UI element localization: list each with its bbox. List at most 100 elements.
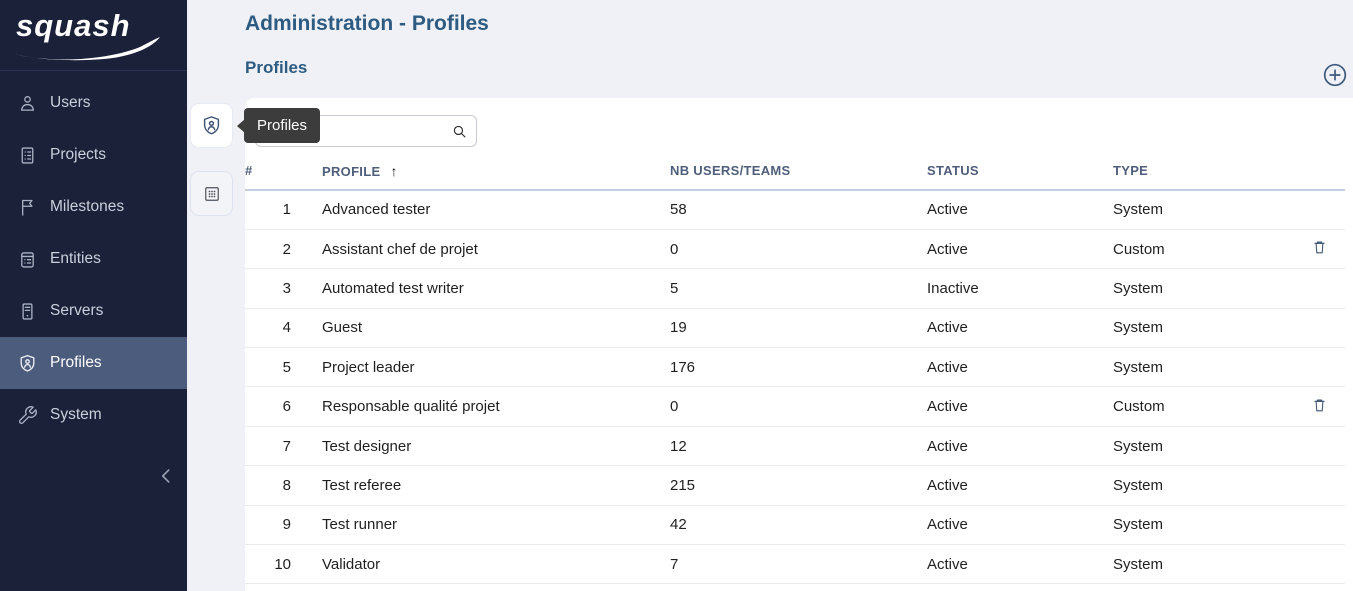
cell-index: 3	[245, 269, 297, 308]
cell-profile: Guest	[297, 308, 670, 347]
cell-status: Active	[927, 190, 1113, 229]
shield-user-icon	[200, 114, 223, 137]
table-row[interactable]: 9 Test runner 42 Active System	[245, 505, 1345, 544]
search-icon[interactable]	[442, 116, 476, 146]
cell-profile: Assistant chef de projet	[297, 229, 670, 268]
profiles-table: # PROFILE↑ NB USERS/TEAMS STATUS TYPE 1 …	[245, 152, 1345, 584]
cell-profile: Responsable qualité projet	[297, 387, 670, 426]
cell-index: 10	[245, 545, 297, 584]
column-header-type[interactable]: TYPE	[1113, 152, 1311, 190]
sidebar-item-label: Servers	[50, 302, 103, 320]
cell-type: System	[1113, 466, 1311, 505]
sort-asc-icon: ↑	[390, 163, 397, 179]
sidebar-item-label: Profiles	[50, 354, 102, 372]
cell-type: System	[1113, 308, 1311, 347]
cell-nb-users-teams: 12	[670, 426, 927, 465]
sidebar: squash Users Projects Milestones Entitie…	[0, 0, 187, 591]
column-header-nb-users[interactable]: NB USERS/TEAMS	[670, 152, 927, 190]
sidebar-item-users[interactable]: Users	[0, 77, 187, 129]
cell-status: Active	[927, 505, 1113, 544]
table-body: 1 Advanced tester 58 Active System 2 Ass…	[245, 190, 1345, 584]
table-row[interactable]: 10 Validator 7 Active System	[245, 545, 1345, 584]
sidebar-item-milestones[interactable]: Milestones	[0, 181, 187, 233]
cell-actions	[1311, 387, 1345, 426]
icon-rail	[187, 0, 245, 591]
cell-index: 7	[245, 426, 297, 465]
cell-nb-users-teams: 0	[670, 387, 927, 426]
sidebar-item-profiles[interactable]: Profiles	[0, 337, 187, 389]
cell-status: Active	[927, 229, 1113, 268]
user-icon	[17, 93, 38, 114]
table-row[interactable]: 3 Automated test writer 5 Inactive Syste…	[245, 269, 1345, 308]
cell-actions	[1311, 505, 1345, 544]
cell-index: 8	[245, 466, 297, 505]
trash-icon[interactable]	[1311, 395, 1328, 415]
shield-user-icon	[17, 353, 38, 374]
table-row[interactable]: 1 Advanced tester 58 Active System	[245, 190, 1345, 229]
cell-nb-users-teams: 7	[670, 545, 927, 584]
cell-nb-users-teams: 58	[670, 190, 927, 229]
sidebar-item-label: Entities	[50, 250, 101, 268]
cell-index: 5	[245, 348, 297, 387]
sidebar-item-servers[interactable]: Servers	[0, 285, 187, 337]
cell-status: Active	[927, 466, 1113, 505]
rail-profiles-button[interactable]	[190, 103, 233, 148]
sidebar-item-label: System	[50, 406, 102, 424]
cell-nb-users-teams: 0	[670, 229, 927, 268]
cell-status: Active	[927, 545, 1113, 584]
cell-nb-users-teams: 176	[670, 348, 927, 387]
column-header-index[interactable]: #	[245, 152, 297, 190]
page-title: Administration - Profiles	[245, 12, 489, 36]
cell-nb-users-teams: 5	[670, 269, 927, 308]
chevron-left-icon[interactable]	[153, 462, 179, 490]
table-row[interactable]: 4 Guest 19 Active System	[245, 308, 1345, 347]
sidebar-item-system[interactable]: System	[0, 389, 187, 441]
cell-actions	[1311, 466, 1345, 505]
sidebar-item-label: Projects	[50, 146, 106, 164]
squash-logo-swoosh	[10, 37, 162, 63]
cell-actions	[1311, 190, 1345, 229]
column-header-status[interactable]: STATUS	[927, 152, 1113, 190]
cell-actions	[1311, 229, 1345, 268]
table-row[interactable]: 5 Project leader 176 Active System	[245, 348, 1345, 387]
cell-status: Active	[927, 308, 1113, 347]
cell-status: Active	[927, 387, 1113, 426]
cell-type: Custom	[1113, 229, 1311, 268]
sidebar-nav: Users Projects Milestones Entities Serve…	[0, 77, 187, 441]
squash-logo[interactable]: squash	[0, 0, 187, 71]
cell-profile: Test runner	[297, 505, 670, 544]
cell-type: System	[1113, 190, 1311, 229]
plus-circle-icon[interactable]	[1322, 62, 1348, 88]
cell-profile: Project leader	[297, 348, 670, 387]
sidebar-item-projects[interactable]: Projects	[0, 129, 187, 181]
column-header-profile[interactable]: PROFILE↑	[297, 152, 670, 190]
table-row[interactable]: 7 Test designer 12 Active System	[245, 426, 1345, 465]
rail-grid-button[interactable]	[190, 171, 233, 216]
sidebar-item-entities[interactable]: Entities	[0, 233, 187, 285]
cell-index: 9	[245, 505, 297, 544]
cell-index: 4	[245, 308, 297, 347]
table-row[interactable]: 6 Responsable qualité projet 0 Active Cu…	[245, 387, 1345, 426]
cell-profile: Test referee	[297, 466, 670, 505]
wrench-icon	[17, 405, 38, 426]
cell-index: 2	[245, 229, 297, 268]
table-row[interactable]: 8 Test referee 215 Active System	[245, 466, 1345, 505]
profiles-tooltip: Profiles	[244, 108, 320, 143]
cell-profile: Test designer	[297, 426, 670, 465]
cell-actions	[1311, 269, 1345, 308]
cell-actions	[1311, 545, 1345, 584]
cell-type: System	[1113, 426, 1311, 465]
cell-actions	[1311, 308, 1345, 347]
cell-type: System	[1113, 505, 1311, 544]
cell-profile: Advanced tester	[297, 190, 670, 229]
column-header-actions	[1311, 152, 1345, 190]
sidebar-item-label: Users	[50, 94, 90, 112]
cell-profile: Automated test writer	[297, 269, 670, 308]
clipboard-icon	[17, 249, 38, 270]
table-row[interactable]: 2 Assistant chef de projet 0 Active Cust…	[245, 229, 1345, 268]
grid-icon	[202, 184, 222, 204]
section-title: Profiles	[245, 58, 307, 78]
document-icon	[17, 145, 38, 166]
table-header-row: # PROFILE↑ NB USERS/TEAMS STATUS TYPE	[245, 152, 1345, 190]
trash-icon[interactable]	[1311, 237, 1328, 257]
